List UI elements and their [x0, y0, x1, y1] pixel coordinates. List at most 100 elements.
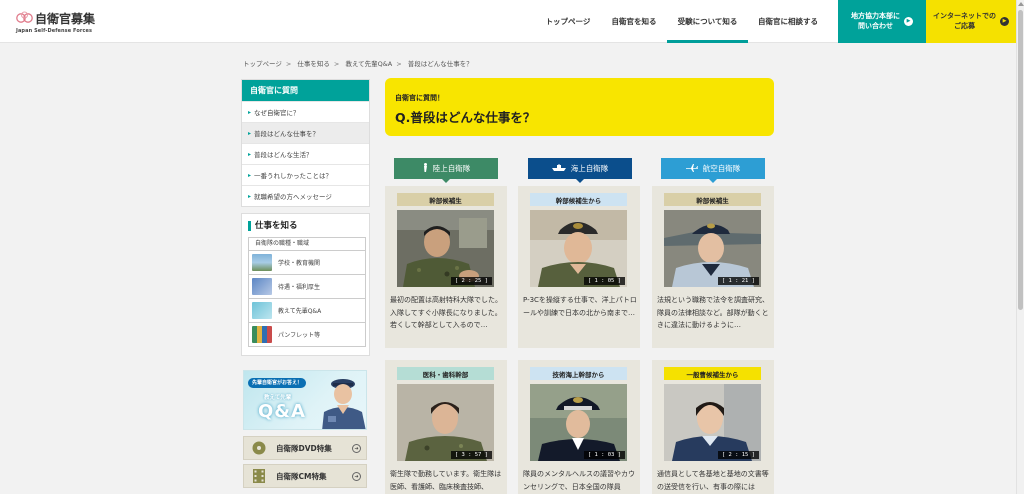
interview-card[interactable]: 幹部候補生 [ 2 : 25 ] 最初の配置は高射特科大隊でした。入隊してすぐ小… [385, 186, 507, 348]
arrow-right-icon: ➜ [352, 472, 361, 481]
sidebar-item-job-types[interactable]: 自衛隊の職種・職域 [248, 237, 366, 251]
column-ground-sdf: 陸上自衛隊 [394, 158, 498, 183]
sidebar-item-senior-qa[interactable]: 教えて先輩Q&A [248, 299, 366, 323]
sidebar-item-label: 学校・教育機関 [278, 260, 321, 267]
contact-office-label: 地方協力本部に 問い合わせ [851, 12, 900, 30]
scroll-up-arrow-icon[interactable] [1018, 2, 1024, 6]
card-role-label: 幹部候補生 [664, 193, 761, 206]
ship-icon [551, 164, 566, 173]
page-scrollbar[interactable] [1016, 0, 1024, 494]
nav-know-sdf[interactable]: 自衛官を知る [604, 0, 664, 43]
breadcrumb-qa[interactable]: 教えて先輩Q&A [345, 60, 392, 68]
medical-officer-photo [397, 384, 494, 461]
banner-mid-text: 教えて先輩 [264, 395, 292, 401]
breadcrumb-work[interactable]: 仕事を知る [297, 60, 330, 68]
nav-top-page[interactable]: トップページ [538, 0, 598, 43]
sidebar-item-schools[interactable]: 学校・教育機関 [248, 251, 366, 275]
video-thumbnail[interactable]: [ 1 : 05 ] [530, 210, 627, 287]
air-enlisted-photo [664, 384, 761, 461]
breadcrumb-current: 普段はどんな仕事を？ [407, 60, 473, 68]
sidebar-work-menu: 仕事を知る 自衛隊の職種・職域 学校・教育機関 待遇・福利厚生 教えて先輩Q&A… [241, 213, 370, 356]
school-thumbnail-icon [252, 254, 272, 271]
sidebar-item-benefits[interactable]: 待遇・福利厚生 [248, 275, 366, 299]
video-thumbnail[interactable]: [ 1 : 21 ] [664, 210, 761, 287]
air-officer-photo [664, 210, 761, 287]
dvd-feature-label: 自衛隊DVD特集 [276, 443, 332, 453]
sidebar-item-label: 普段はどんな生活？ [254, 151, 313, 159]
interview-card[interactable]: 幹部候補生 [ 1 : 21 ] 法規という職務で法令を調査研究、隊員の法律相談… [652, 186, 774, 348]
question-banner: 自衛官に質問！ Q.普段はどんな仕事を？ [385, 78, 774, 136]
breadcrumb-home[interactable]: トップページ [243, 60, 282, 68]
pamphlet-thumbnail-icon [252, 326, 272, 343]
interview-card[interactable]: 医科・歯科幹部 [ 3 : 57 ] 衛生隊で勤務しています。衛生隊は医師、看護… [385, 360, 507, 494]
bullet-icon: ▸ [248, 150, 252, 158]
column-maritime-sdf: 海上自衛隊 [528, 158, 632, 183]
nav-exam-info[interactable]: 受験について知る [667, 0, 748, 43]
benefits-thumbnail-icon [252, 278, 272, 295]
bullet-icon: ▸ [248, 192, 252, 200]
card-role-label: 幹部候補生 [397, 193, 494, 206]
video-thumbnail[interactable]: [ 2 : 25 ] [397, 210, 494, 287]
senior-qa-banner[interactable]: 先輩自衛官がお答え！ 教えて先輩 Q&A [243, 370, 367, 430]
sidebar-question-heading: 自衛官に質問 [242, 80, 369, 101]
cm-feature-button[interactable]: 自衛隊CM特集 ➜ [243, 464, 367, 488]
sidebar-work-heading: 仕事を知る [248, 221, 298, 231]
card-description: 通信員として各基地と基地の文書等の送受信を行い、有事の際には [657, 470, 769, 491]
sidebar-item-happiest[interactable]: ▸ 一番うれしかったことは？ [242, 164, 369, 185]
bullet-icon: ▸ [248, 171, 252, 179]
banner-bubble-text: 先輩自衛官がお答え！ [248, 378, 307, 388]
card-description: 最初の配置は高射特科大隊でした。入隊してすぐ小隊長になりました。若くして幹部とし… [390, 296, 502, 329]
sidebar-item-label: 待遇・福利厚生 [278, 284, 321, 291]
sidebar-item-daily-life[interactable]: ▸ 普段はどんな生活？ [242, 143, 369, 164]
sidebar-item-label: 普段はどんな仕事を？ [254, 130, 320, 138]
sidebar-item-daily-work[interactable]: ▸ 普段はどんな仕事を？ [242, 122, 369, 143]
interview-card[interactable]: 技術海上幹部から [ 1 : 03 ] 隊員のメンタルヘルスの議習やカウンセリン… [518, 360, 640, 494]
video-duration: [ 1 : 05 ] [583, 277, 625, 285]
disc-icon [252, 441, 266, 455]
card-role-label: 一般曹候補生から [664, 367, 761, 380]
navy-pilot-photo [530, 210, 627, 287]
plane-icon [685, 163, 698, 174]
bullet-icon: ▸ [248, 129, 252, 137]
video-duration: [ 2 : 25 ] [450, 277, 492, 285]
breadcrumb-separator-icon: > [396, 60, 402, 68]
scroll-thumb[interactable] [1018, 10, 1023, 310]
column-air-sdf: 航空自衛隊 [661, 158, 765, 183]
video-thumbnail[interactable]: [ 1 : 03 ] [530, 384, 627, 461]
cm-feature-label: 自衛隊CM特集 [276, 471, 327, 481]
interview-card[interactable]: 一般曹候補生から [ 2 : 15 ] 通信員として各基地と基地の文書等の送受信… [652, 360, 774, 494]
army-officer-photo [397, 210, 494, 287]
sidebar-item-label: 就職希望の方へメッセージ [254, 193, 332, 201]
card-role-label: 技術海上幹部から [530, 367, 627, 380]
sidebar-item-pamphlets[interactable]: パンフレット等 [248, 323, 366, 347]
video-thumbnail[interactable]: [ 2 : 15 ] [664, 384, 761, 461]
sidebar-item-label: パンフレット等 [278, 332, 321, 339]
dvd-feature-button[interactable]: 自衛隊DVD特集 ➜ [243, 436, 367, 460]
video-duration: [ 3 : 57 ] [450, 451, 492, 459]
sidebar-question-menu: 自衛官に質問 ▸ なぜ自衛官に？ ▸ 普段はどんな仕事を？ ▸ 普段はどんな生活？ ▸… [241, 79, 370, 207]
banner-qa-text: Q&A [258, 401, 306, 422]
sidebar-item-label: 一番うれしかったことは？ [254, 172, 333, 180]
video-duration: [ 1 : 03 ] [583, 451, 625, 459]
logo-subtitle: Japan Self-Defense Forces [16, 28, 93, 34]
qa-thumbnail-icon [252, 302, 272, 319]
contact-office-button[interactable]: 地方協力本部に 問い合わせ ▶ [838, 0, 926, 43]
logo-title: 自衛官募集 [35, 12, 96, 26]
apply-online-button[interactable]: インターネットでの ご応募 ▶ [926, 0, 1016, 43]
sidebar-item-label: なぜ自衛官に？ [254, 109, 300, 117]
nav-consult[interactable]: 自衛官に相談する [752, 0, 824, 43]
sidebar-item-label: 教えて先輩Q&A [278, 308, 322, 315]
video-thumbnail[interactable]: [ 3 : 57 ] [397, 384, 494, 461]
sidebar-item-message[interactable]: ▸ 就職希望の方へメッセージ [242, 185, 369, 206]
site-logo[interactable]: 自衛官募集 Japan Self-Defense Forces [16, 10, 126, 36]
cherry-blossom-logo-icon [16, 11, 33, 23]
question-category: 自衛官に質問！ [395, 94, 444, 102]
navy-technical-officer-photo [530, 384, 627, 461]
column-label: 陸上自衛隊 [432, 164, 471, 173]
arrow-right-icon: ➜ [352, 444, 361, 453]
page-title: Q.普段はどんな仕事を？ [395, 110, 536, 125]
interview-card[interactable]: 幹部候補生から [ 1 : 05 ] P-3Cを操縦する仕事で、洋上パトロールや… [518, 186, 640, 348]
banner-person-illustration [322, 379, 366, 429]
sidebar-item-why[interactable]: ▸ なぜ自衛官に？ [242, 101, 369, 122]
breadcrumb: トップページ > 仕事を知る > 教えて先輩Q&A > 普段はどんな仕事を？ [243, 58, 477, 68]
